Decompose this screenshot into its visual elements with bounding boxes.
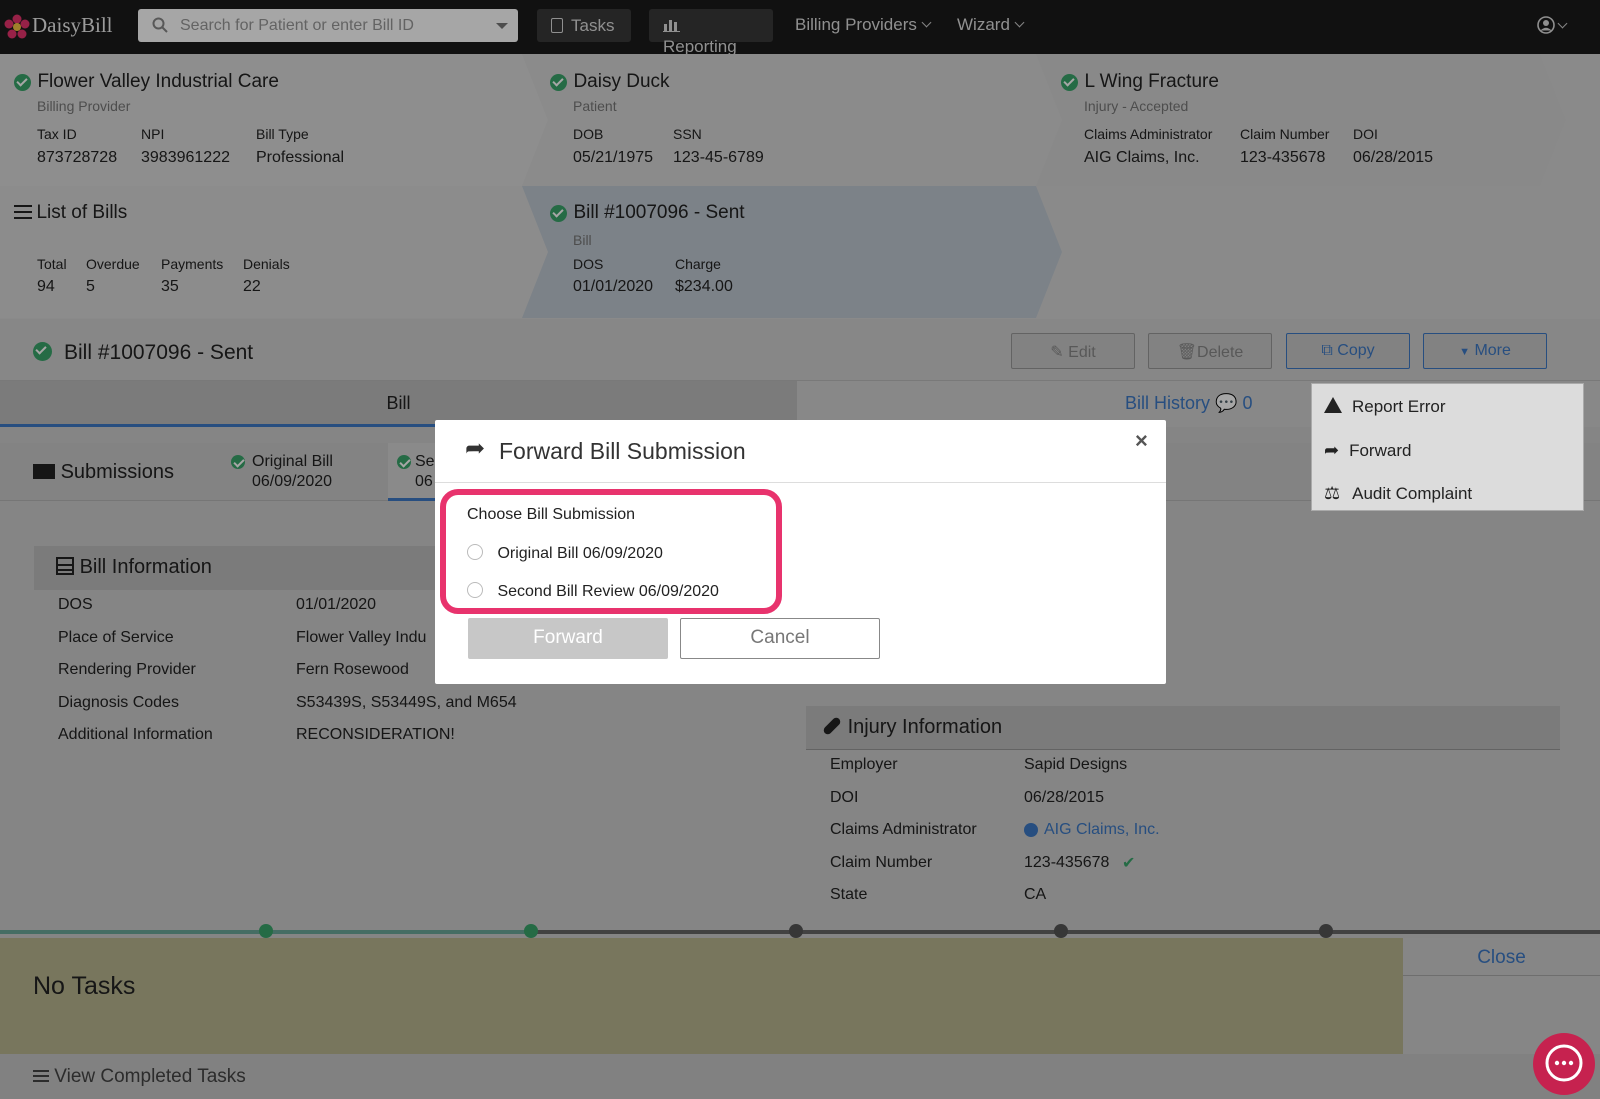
choose-submission-label: Choose Bill Submission (467, 506, 636, 523)
option-second-label: Second Bill Review 06/09/2020 (497, 583, 719, 600)
option-original-label: Original Bill 06/09/2020 (497, 545, 663, 562)
modal-title: Forward Bill Submission (499, 438, 746, 464)
radio-button[interactable] (467, 582, 483, 598)
warning-icon (1324, 397, 1342, 413)
more-dropdown-menu: Report Error ➦ Forward ⚖ Audit Complaint (1311, 383, 1584, 511)
radio-option-second[interactable]: Second Bill Review 06/09/2020 (467, 582, 719, 601)
radio-button[interactable] (467, 544, 483, 560)
forward-label: Forward (1349, 441, 1412, 460)
report-error-label: Report Error (1352, 397, 1446, 416)
cancel-button[interactable]: Cancel (680, 618, 880, 659)
close-icon[interactable]: × (1135, 428, 1148, 454)
forward-bill-modal: ➦ Forward Bill Submission × Choose Bill … (435, 420, 1166, 684)
forward-button[interactable]: Forward (468, 618, 668, 659)
menu-item-report-error[interactable]: Report Error (1324, 392, 1574, 426)
radio-option-original[interactable]: Original Bill 06/09/2020 (467, 544, 663, 563)
menu-item-forward[interactable]: ➦ Forward (1324, 435, 1574, 469)
audit-complaint-label: Audit Complaint (1352, 484, 1473, 503)
menu-item-audit-complaint[interactable]: ⚖ Audit Complaint (1324, 478, 1574, 512)
modal-header: ➦ Forward Bill Submission × (435, 420, 1166, 483)
share-arrow-icon: ➦ (1324, 440, 1340, 460)
balance-scale-icon: ⚖ (1324, 483, 1341, 503)
chat-icon (1545, 1044, 1583, 1082)
forward-button-label: Forward (533, 627, 603, 648)
chat-widget-button[interactable] (1533, 1033, 1595, 1095)
cancel-button-label: Cancel (750, 627, 810, 648)
share-arrow-icon: ➦ (465, 435, 486, 462)
